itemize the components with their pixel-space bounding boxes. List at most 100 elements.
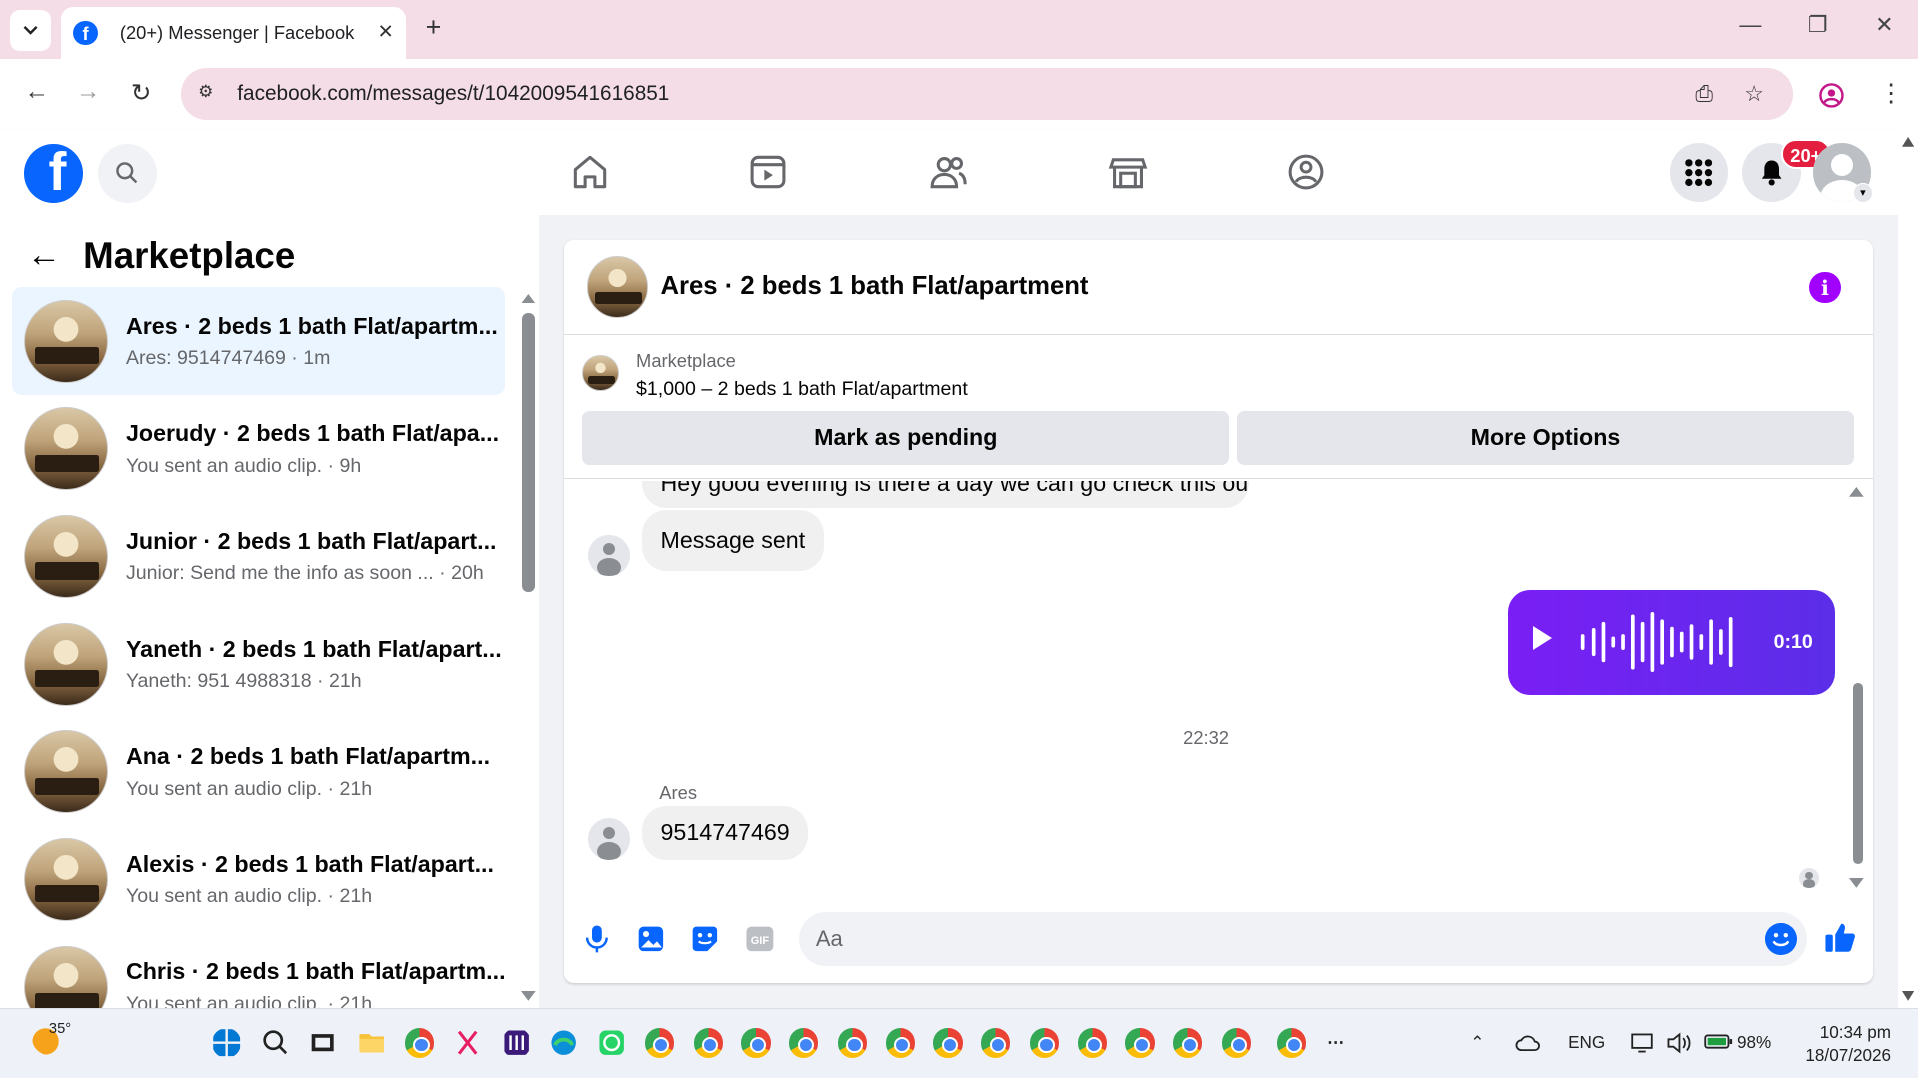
chat-listing-thumbnail[interactable] [587, 256, 649, 318]
more-options-button[interactable]: More Options [1236, 410, 1855, 465]
snipping-tool-icon[interactable] [453, 1028, 482, 1057]
listing-thumbnail [24, 407, 108, 491]
listing-title[interactable]: $1,000 – 2 beds 1 bath Flat/apartment [636, 378, 968, 401]
reload-icon[interactable]: ↻ [131, 78, 152, 108]
tab-messenger[interactable]: f (20+) Messenger | Facebook ✕ [61, 7, 407, 59]
minimize-icon[interactable]: — [1739, 12, 1761, 38]
whatsapp-icon[interactable] [597, 1028, 626, 1057]
volume-icon[interactable] [1666, 1032, 1693, 1054]
chrome-icon[interactable] [404, 1028, 435, 1058]
close-tab-icon[interactable]: ✕ [377, 20, 393, 44]
navigation-bar: ← → ↻ ⚙ facebook.com/messages/t/10420095… [0, 58, 1918, 130]
chrome-profile-icon[interactable] [981, 1028, 1011, 1058]
menu-button[interactable] [1669, 143, 1729, 202]
chrome-profile-icon[interactable] [933, 1028, 963, 1058]
conversation-name: Chris · 2 beds 1 bath Flat/apartm... [125, 958, 506, 985]
conversation-item[interactable]: Junior · 2 beds 1 bath Flat/apart... Juni… [12, 503, 505, 611]
play-icon[interactable] [1532, 626, 1552, 651]
clock[interactable]: 10:34 pm 18/07/2026 [1788, 1021, 1891, 1067]
message-bubble: 9514747469 [642, 806, 809, 860]
message-input[interactable]: Aa [798, 912, 1807, 967]
scroll-down-icon[interactable] [1902, 990, 1915, 1001]
network-icon[interactable] [1630, 1032, 1655, 1054]
menu-kebab-icon[interactable]: ⋮ [1879, 78, 1903, 108]
language-indicator[interactable]: ENG [1568, 1033, 1605, 1053]
scroll-down-icon[interactable] [1849, 878, 1865, 889]
audio-clip[interactable]: 0:10 [1508, 589, 1835, 695]
scroll-up-icon[interactable] [1849, 486, 1865, 497]
chrome-profile-icon[interactable] [1029, 1028, 1060, 1058]
thumbs-up-icon[interactable] [1823, 920, 1857, 954]
forward-icon[interactable]: → [76, 78, 100, 106]
chrome-profile-icon[interactable] [741, 1028, 771, 1058]
conversation-item[interactable]: Ares · 2 beds 1 bath Flat/apartm... Ares:… [12, 287, 506, 396]
chrome-profile-icon[interactable] [1077, 1028, 1107, 1058]
conversation-item[interactable]: Yaneth · 2 beds 1 bath Flat/apart... Yane… [12, 610, 505, 718]
more-apps-icon[interactable]: ⋯ [1327, 1033, 1344, 1053]
site-settings-icon[interactable]: ⚙ [198, 82, 222, 106]
back-arrow-icon[interactable]: ← [27, 236, 61, 275]
profile-icon[interactable] [1818, 82, 1845, 109]
chrome-profile-icon[interactable] [1125, 1028, 1155, 1058]
banner-listing-thumbnail[interactable] [582, 354, 619, 392]
scroll-up-icon[interactable] [1902, 136, 1915, 147]
url-text[interactable]: facebook.com/messages/t/1042009541616851 [237, 82, 669, 106]
chrome-profile-icon[interactable] [1277, 1028, 1307, 1058]
gif-icon[interactable]: GIF [744, 923, 776, 955]
facebook-logo[interactable]: f [24, 144, 84, 204]
conversation-item[interactable]: Alexis · 2 beds 1 bath Flat/apart... You … [12, 826, 505, 934]
home-icon[interactable] [568, 150, 612, 194]
groups-icon[interactable] [1284, 150, 1328, 194]
video-icon[interactable] [746, 150, 790, 194]
emoji-icon[interactable] [1765, 923, 1797, 956]
install-app-icon[interactable]: ⎙ [1695, 81, 1713, 107]
task-view-icon[interactable] [308, 1028, 337, 1057]
chrome-profile-icon[interactable] [788, 1028, 819, 1058]
chat-scroll-thumb[interactable] [1853, 682, 1863, 864]
address-bar[interactable]: ⚙ facebook.com/messages/t/10420095416168… [181, 68, 1794, 120]
chrome-profile-icon[interactable] [885, 1028, 915, 1058]
message-timestamp: 22:32 [1183, 726, 1229, 748]
message-composer: GIF Aa [564, 900, 1873, 983]
chrome-profile-icon[interactable] [693, 1028, 723, 1058]
search-button[interactable] [97, 144, 157, 204]
info-icon[interactable]: i [1809, 271, 1841, 304]
conversation-item[interactable]: Ana · 2 beds 1 bath Flat/apartm... You se… [12, 718, 505, 826]
battery-icon[interactable] [1704, 1033, 1733, 1050]
windows-start-icon[interactable] [212, 1028, 241, 1057]
chrome-profile-icon[interactable] [1221, 1028, 1252, 1058]
new-tab-icon[interactable]: + [426, 12, 442, 43]
scroll-down-icon[interactable] [521, 990, 536, 1001]
file-explorer-icon[interactable] [357, 1028, 386, 1057]
message-input-placeholder: Aa [815, 926, 843, 952]
app-icon[interactable] [502, 1028, 531, 1057]
bookmark-star-icon[interactable]: ☆ [1744, 81, 1764, 107]
page-scrollbar[interactable] [1898, 129, 1918, 1008]
restore-icon[interactable]: ❐ [1808, 12, 1828, 38]
cloud-icon[interactable] [1514, 1033, 1541, 1053]
account-chevron-icon[interactable]: ▾ [1853, 183, 1873, 204]
photo-icon[interactable] [635, 923, 667, 955]
message-list: Hey good evening is there a day we can g… [564, 480, 1873, 897]
close-window-icon[interactable]: ✕ [1875, 12, 1893, 38]
message-bubble: Message sent [642, 510, 824, 572]
scroll-up-icon[interactable] [521, 293, 536, 304]
sticker-icon[interactable] [689, 923, 721, 955]
marketplace-icon[interactable] [1106, 150, 1150, 194]
conversation-name: Ana · 2 beds 1 bath Flat/apartm... [125, 743, 491, 770]
chrome-profile-icon[interactable] [837, 1028, 868, 1058]
mark-as-pending-button[interactable]: Mark as pending [582, 410, 1230, 465]
chevron-up-icon[interactable]: ⌃ [1470, 1033, 1484, 1053]
microphone-icon[interactable] [581, 923, 613, 955]
sidebar-scroll-thumb[interactable] [522, 313, 535, 592]
friends-icon[interactable] [926, 150, 970, 194]
chrome-icon[interactable] [644, 1028, 674, 1058]
tab-search-button[interactable] [9, 9, 52, 52]
back-icon[interactable]: ← [24, 78, 48, 106]
chrome-profile-icon[interactable] [1173, 1028, 1203, 1058]
search-icon[interactable] [261, 1028, 290, 1057]
edge-icon[interactable] [549, 1028, 578, 1057]
conversation-item[interactable]: Joerudy · 2 beds 1 bath Flat/apa... You s… [12, 395, 505, 503]
conversation-item[interactable]: Chris · 2 beds 1 bath Flat/apartm... You … [12, 933, 505, 1008]
chat-title[interactable]: Ares · 2 beds 1 bath Flat/apartment [661, 272, 1089, 301]
